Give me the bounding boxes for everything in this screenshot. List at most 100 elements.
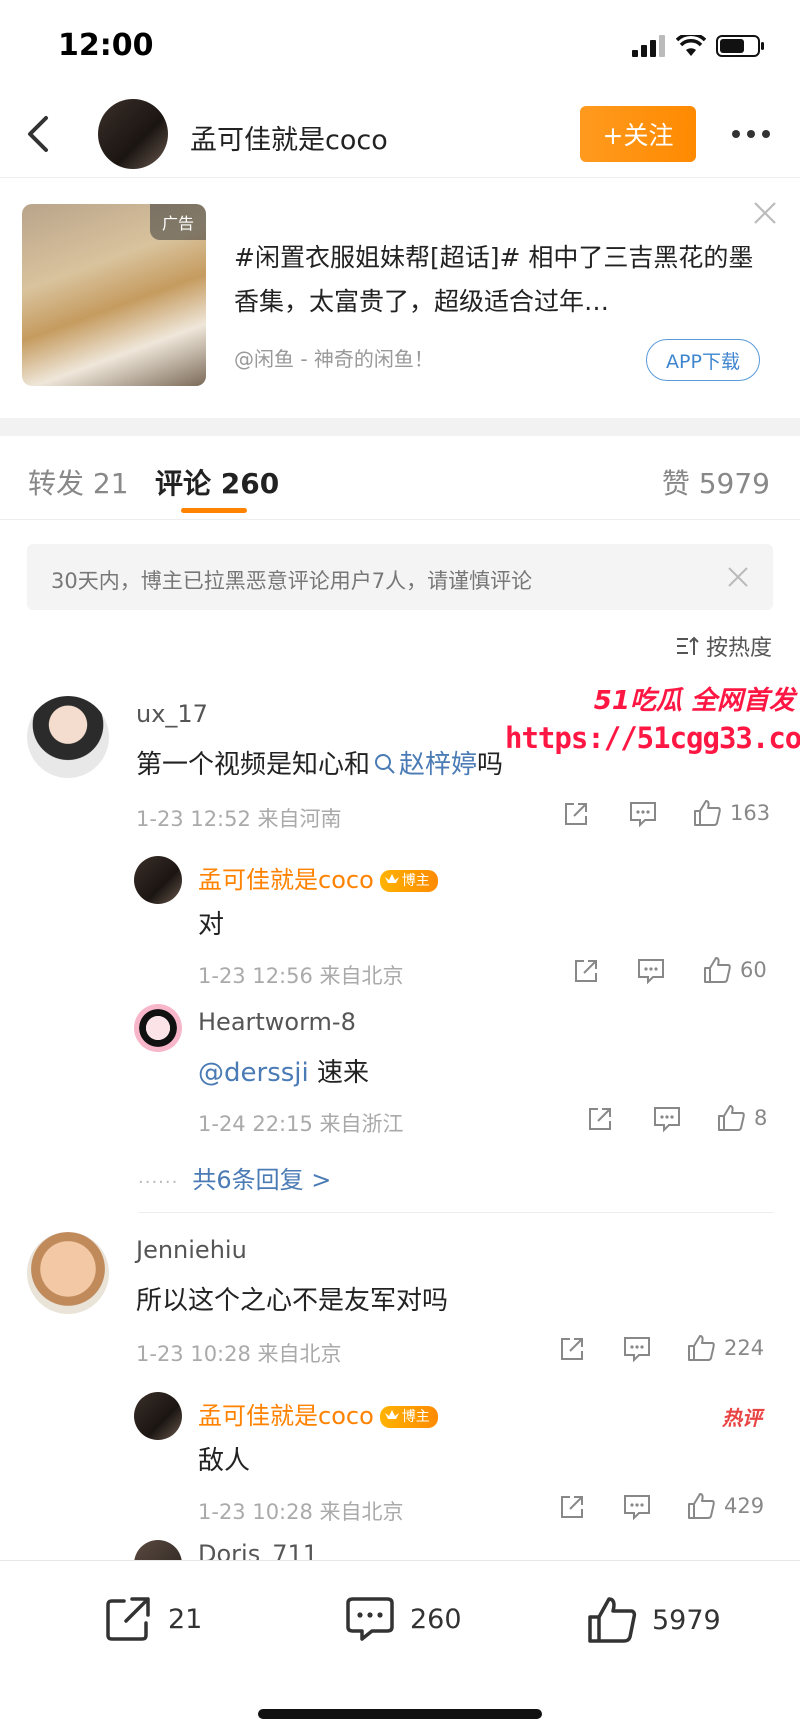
comment-meta: 1-23 10:28 来自北京: [136, 1342, 342, 1366]
reply-meta: 1-23 12:56 来自北京: [198, 964, 404, 988]
status-bar: 12:00: [0, 0, 800, 90]
avatar[interactable]: [134, 856, 182, 904]
reply-button[interactable]: [652, 1105, 682, 1133]
hot-comment-tag: 热评: [722, 1406, 762, 1430]
share-button[interactable]: [558, 1493, 586, 1521]
comment-icon: [654, 1107, 680, 1133]
follow-button[interactable]: +关注: [580, 106, 696, 162]
section-divider: [0, 418, 800, 436]
thumbs-up-icon: [694, 800, 721, 826]
like-button[interactable]: 60: [702, 955, 767, 985]
comment-text: 第一个视频是知心和 赵梓婷吗: [136, 750, 504, 780]
comment-button[interactable]: 260: [344, 1595, 462, 1643]
comment-count: 260: [410, 1603, 462, 1635]
avatar[interactable]: [27, 696, 109, 778]
like-button[interactable]: 224: [686, 1333, 764, 1363]
bottom-action-bar: 21 260 5979: [0, 1560, 800, 1731]
reply-username[interactable]: Heartworm-8: [198, 1008, 356, 1036]
ad-text[interactable]: #闲置衣服姐妹帮[超话]# 相中了三吉黑花的墨香集，太富贵了，超级适合过年…: [234, 236, 754, 324]
comment-icon: [624, 1337, 650, 1363]
home-indicator[interactable]: [258, 1709, 542, 1719]
share-icon: [575, 960, 597, 982]
share-button[interactable]: [586, 1105, 614, 1133]
reply-button[interactable]: [622, 1335, 652, 1363]
dots-icon: ······: [138, 1172, 179, 1193]
reply-text: 敌人: [198, 1446, 251, 1476]
reply-text: @derssji 速来: [198, 1058, 369, 1088]
like-button[interactable]: 8: [716, 1103, 767, 1133]
comment-username[interactable]: ux_17: [136, 700, 208, 728]
sort-button[interactable]: 按热度: [676, 630, 772, 662]
like-count: 224: [724, 1336, 765, 1360]
chevron-left-icon: [28, 116, 48, 152]
like-button[interactable]: 5979: [586, 1595, 721, 1645]
author-badge: 博主: [379, 870, 438, 892]
avatar[interactable]: [27, 1232, 109, 1314]
thumbs-up-icon: [688, 1493, 715, 1519]
watermark-url: https://51cgg33.com: [505, 721, 800, 755]
share-icon: [561, 1496, 583, 1518]
like-count: 8: [754, 1106, 768, 1130]
close-icon[interactable]: [725, 564, 751, 590]
thumbs-up-icon: [688, 1335, 715, 1361]
back-button[interactable]: [18, 110, 62, 158]
tab-forward[interactable]: 转发 21: [28, 462, 129, 502]
reply-button[interactable]: [636, 957, 666, 985]
header-name[interactable]: 孟可佳就是coco: [190, 118, 388, 157]
more-replies-link[interactable]: ······ 共6条回复 >: [138, 1160, 331, 1195]
like-count: 60: [740, 958, 767, 982]
comment-icon: [624, 1495, 650, 1521]
comment-meta: 1-23 12:52 来自河南: [136, 807, 342, 831]
sort-label: 按热度: [705, 636, 772, 661]
reply-username[interactable]: 孟可佳就是coco 博主: [198, 860, 438, 895]
status-time: 12:00: [58, 28, 154, 63]
tab-comment[interactable]: 评论 260: [155, 462, 279, 502]
ad-source: @闲鱼 - 神奇的闲鱼！: [234, 347, 434, 371]
thumbs-up-icon: [718, 1105, 745, 1131]
status-icons: [632, 34, 766, 58]
like-count: 163: [730, 801, 771, 825]
close-icon[interactable]: [752, 200, 778, 226]
like-count: 429: [724, 1494, 765, 1518]
reply-button[interactable]: [628, 800, 658, 828]
like-button[interactable]: 429: [686, 1491, 764, 1521]
reply-meta: 1-24 22:15 来自浙江: [198, 1112, 404, 1136]
share-button[interactable]: [572, 957, 600, 985]
share-icon: [561, 1338, 583, 1360]
app-download-button[interactable]: APP下载: [646, 339, 760, 381]
tab-active-indicator: [181, 508, 247, 513]
reply-button[interactable]: [622, 1493, 652, 1521]
crown-icon: [384, 1410, 399, 1419]
forward-button[interactable]: 21: [104, 1595, 202, 1643]
mention-link[interactable]: @derssji: [198, 1058, 309, 1088]
share-button[interactable]: [558, 1335, 586, 1363]
share-icon: [106, 1597, 150, 1641]
reply-text: 对: [198, 910, 225, 940]
reply-username[interactable]: 孟可佳就是coco 博主: [198, 1396, 438, 1431]
crown-icon: [384, 874, 399, 883]
share-button[interactable]: [562, 800, 590, 828]
reply-meta: 1-23 10:28 来自北京: [198, 1500, 404, 1524]
avatar[interactable]: [134, 1004, 182, 1052]
divider: [138, 1212, 774, 1213]
block-notice: 30天内，博主已拉黑恶意评论用户7人，请谨慎评论: [27, 544, 773, 610]
more-options-icon[interactable]: [726, 110, 776, 158]
like-button[interactable]: 163: [692, 798, 770, 828]
ad-card[interactable]: 广告 #闲置衣服姐妹帮[超话]# 相中了三吉黑花的墨香集，太富贵了，超级适合过年…: [0, 178, 800, 418]
forward-count: 21: [168, 1603, 203, 1635]
notice-text: 30天内，博主已拉黑恶意评论用户7人，请谨慎评论: [51, 569, 533, 593]
ad-tag: 广告: [149, 204, 206, 240]
tab-like[interactable]: 赞 5979: [662, 462, 770, 502]
wifi-icon: [676, 35, 706, 56]
topic-link[interactable]: 赵梓婷: [370, 750, 477, 780]
avatar[interactable]: [134, 1392, 182, 1440]
share-icon: [589, 1108, 611, 1130]
comment-icon: [638, 959, 664, 985]
comment-text: 所以这个之心不是友军对吗: [136, 1286, 449, 1316]
thumbs-up-icon: [704, 957, 731, 983]
header: 孟可佳就是coco +关注: [0, 90, 800, 178]
ad-image[interactable]: 广告: [22, 204, 206, 386]
watermark-brand: 51吃瓜 全网首发: [593, 686, 795, 716]
comment-username[interactable]: Jenniehiu: [136, 1236, 247, 1264]
header-avatar[interactable]: [98, 99, 168, 169]
